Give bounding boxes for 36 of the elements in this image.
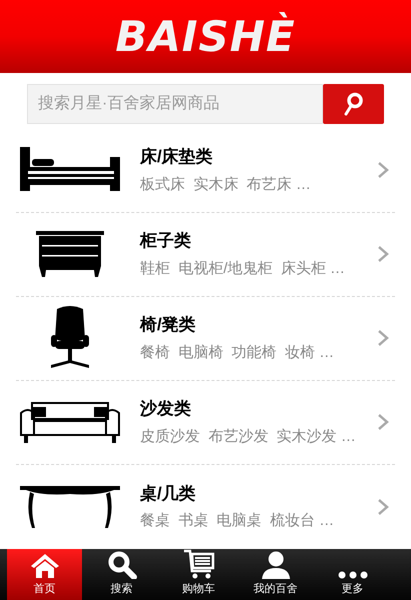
chevron-right-icon (377, 329, 389, 347)
category-items: 餐桌 书桌 电脑桌 梳妆台 … (140, 511, 336, 531)
category-row[interactable]: 柜子类 鞋柜 电视柜/地鬼柜 床头柜 … (16, 212, 395, 296)
category-title: 沙发类 (140, 398, 192, 420)
category-row[interactable]: 床/床垫类 板式床 实木床 布艺床 … (16, 128, 395, 212)
user-icon (260, 550, 290, 578)
tab[interactable]: 我的百舍 (238, 548, 313, 600)
category-title: 床/床垫类 (140, 146, 214, 168)
chevron-right-icon (377, 498, 389, 516)
search-icon (344, 92, 364, 116)
tab[interactable]: 搜索 (84, 548, 159, 600)
category-title: 桌/几类 (140, 482, 197, 504)
house-icon (30, 552, 60, 578)
category-items: 鞋柜 电视柜/地鬼柜 床头柜 … (140, 258, 346, 278)
search-button[interactable] (323, 84, 384, 124)
tab[interactable]: 更多 (315, 548, 390, 600)
category-items: 板式床 实木床 布艺床 … (140, 174, 312, 194)
category-row[interactable]: 椅/凳类 餐椅 电脑椅 功能椅 妆椅 … (16, 296, 395, 380)
logo: BAISHÈ (115, 10, 296, 63)
category-row[interactable]: 沙发类 皮质沙发 布艺沙发 实木沙发 … (16, 380, 395, 464)
cart-icon (182, 548, 214, 578)
chevron-right-icon (377, 245, 389, 263)
tab[interactable]: 购物车 (161, 548, 236, 600)
sofa-icon (18, 399, 122, 445)
dresser-icon (34, 229, 106, 279)
chevron-right-icon (377, 161, 389, 179)
category-title: 椅/凳类 (140, 314, 197, 336)
category-title: 柜子类 (140, 230, 192, 252)
tab[interactable]: 首页 (7, 548, 82, 600)
more-icon (338, 570, 368, 578)
search-icon (106, 550, 136, 578)
category-row[interactable]: 桌/几类 餐桌 书桌 电脑桌 梳妆台 … (16, 464, 395, 548)
search-field[interactable]: 搜索月星·百舍家居网商品 (27, 84, 323, 124)
category-items: 皮质沙发 布艺沙发 实木沙发 … (140, 426, 357, 446)
chevron-right-icon (377, 413, 389, 431)
category-items: 餐椅 电脑椅 功能椅 妆椅 … (140, 342, 336, 362)
